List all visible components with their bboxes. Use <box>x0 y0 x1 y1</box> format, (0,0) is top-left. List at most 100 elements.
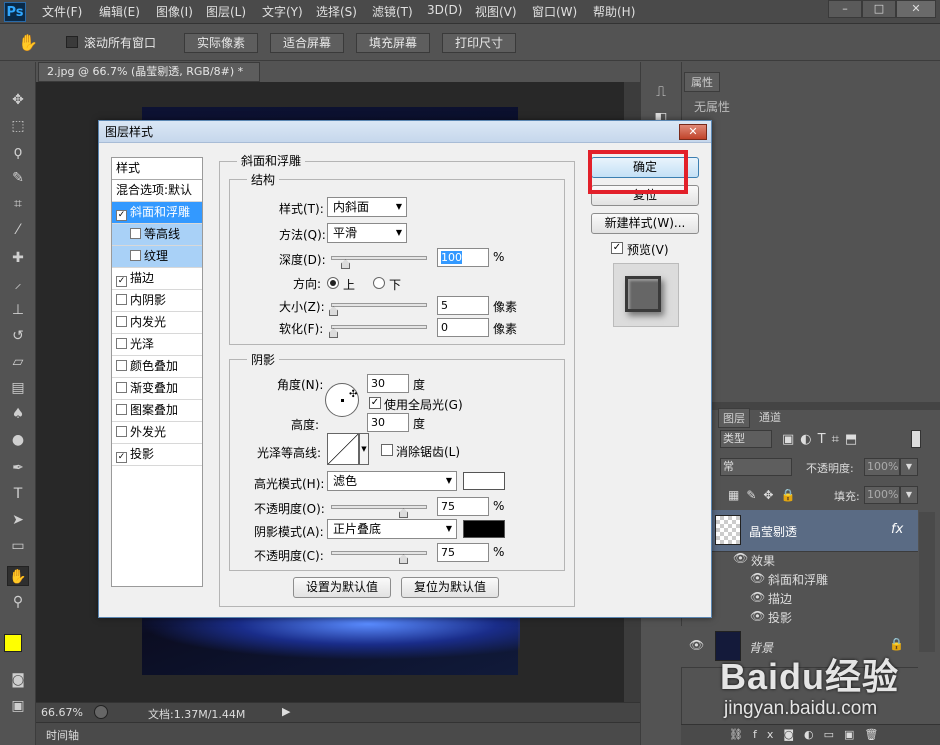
effect-bevel[interactable]: 斜面和浮雕 <box>768 571 828 588</box>
global-light-checkbox[interactable]: ✓ <box>369 397 381 409</box>
hand-tool-icon[interactable]: ✋ <box>7 566 29 586</box>
minimize-button[interactable]: – <box>828 0 862 18</box>
print-size-button[interactable]: 打印尺寸 <box>442 33 516 53</box>
shape-tool-icon[interactable]: ▭ <box>7 536 29 556</box>
size-input[interactable]: 5 <box>437 296 489 315</box>
menu-select[interactable]: 选择(S) <box>316 3 357 20</box>
layer-row-effects[interactable]: 晶莹剔透 fx <box>681 510 918 552</box>
eye-icon[interactable]: 👁 <box>750 609 765 623</box>
style-item-stroke[interactable]: ✓ 描边 <box>112 268 202 290</box>
style-item-drop-shadow[interactable]: ✓ 投影 <box>112 444 202 466</box>
shadow-opacity-input[interactable]: 75 <box>437 543 489 562</box>
style-item-inner-glow[interactable]: 内发光 <box>112 312 202 334</box>
blend-options-item[interactable]: 混合选项:默认 <box>112 180 202 202</box>
brush-tool-icon[interactable]: ⸝ <box>7 274 29 294</box>
zoom-tool-icon[interactable]: ⚲ <box>7 592 29 612</box>
style-item-bevel[interactable]: ✓ 斜面和浮雕 <box>112 202 202 224</box>
foreground-color-swatch[interactable] <box>4 634 22 652</box>
style-item-texture[interactable]: 纹理 <box>112 246 202 268</box>
history-panel-icon[interactable]: ⎍ <box>651 84 671 104</box>
tab-layers[interactable]: 图层 <box>718 408 750 428</box>
anti-alias-checkbox[interactable] <box>381 444 393 456</box>
maximize-button[interactable]: □ <box>862 0 896 18</box>
move-tool-icon[interactable]: ✥ <box>7 90 29 110</box>
checkbox[interactable]: ✓ <box>116 210 127 221</box>
menu-layer[interactable]: 图层(L) <box>206 3 246 20</box>
eraser-tool-icon[interactable]: ▱ <box>7 352 29 372</box>
layer-name[interactable]: 晶莹剔透 <box>749 523 797 540</box>
menu-edit[interactable]: 编辑(E) <box>99 3 140 20</box>
style-item-outer-glow[interactable]: 外发光 <box>112 422 202 444</box>
bevel-method-select[interactable]: 平滑 ▼ <box>327 223 407 243</box>
close-window-button[interactable]: ✕ <box>896 0 936 18</box>
effect-stroke[interactable]: 描边 <box>768 590 792 607</box>
checkbox[interactable] <box>116 404 127 415</box>
style-item-satin[interactable]: 光泽 <box>112 334 202 356</box>
gloss-contour-picker[interactable] <box>327 433 359 465</box>
altitude-input[interactable]: 30 <box>367 413 409 432</box>
layer-kind-filter[interactable]: 类型 <box>720 430 772 448</box>
filter-toggle[interactable] <box>911 430 921 448</box>
menu-help[interactable]: 帮助(H) <box>593 3 635 20</box>
eye-icon[interactable]: 👁 <box>750 571 765 585</box>
menu-type[interactable]: 文字(Y) <box>262 3 303 20</box>
quick-select-tool-icon[interactable]: ✎ <box>7 168 29 188</box>
history-brush-tool-icon[interactable]: ↺ <box>7 326 29 346</box>
actual-pixels-button[interactable]: 实际像素 <box>184 33 258 53</box>
menu-filter[interactable]: 滤镜(T) <box>372 3 413 20</box>
crop-tool-icon[interactable]: ⌗ <box>7 194 29 214</box>
eye-icon[interactable]: 👁 <box>750 590 765 604</box>
menu-window[interactable]: 窗口(W) <box>532 3 577 20</box>
dodge-tool-icon[interactable]: ● <box>7 430 29 450</box>
pen-tool-icon[interactable]: ✒ <box>7 458 29 478</box>
stamp-tool-icon[interactable]: ⊥ <box>7 300 29 320</box>
lasso-tool-icon[interactable]: ϙ <box>7 142 29 162</box>
fill-dropdown[interactable]: ▼ <box>900 486 918 504</box>
layer-filter-icons[interactable]: ▣◐T⌗⬒ <box>782 432 863 447</box>
tab-properties[interactable]: 属性 <box>684 72 720 92</box>
angle-input[interactable]: 30 <box>367 374 409 393</box>
bevel-style-select[interactable]: 内斜面 ▼ <box>327 197 407 217</box>
opacity-dropdown[interactable]: ▼ <box>900 458 918 476</box>
layers-scrollbar[interactable] <box>919 512 935 652</box>
shadow-opacity-slider[interactable] <box>331 551 427 555</box>
path-select-tool-icon[interactable]: ➤ <box>7 510 29 530</box>
highlight-opacity-slider[interactable] <box>331 505 427 509</box>
highlight-color-swatch[interactable] <box>463 472 505 490</box>
highlight-opacity-input[interactable]: 75 <box>437 497 489 516</box>
screen-mode-icon[interactable]: ▣ <box>7 696 29 716</box>
status-menu-arrow[interactable]: ▶ <box>282 705 290 718</box>
eyedropper-tool-icon[interactable]: ⁄ <box>7 220 29 240</box>
new-style-button[interactable]: 新建样式(W)... <box>591 213 699 234</box>
type-tool-icon[interactable]: T <box>7 484 29 504</box>
tab-channels[interactable]: 通道 <box>754 408 786 428</box>
eye-icon[interactable]: 👁 <box>733 551 748 565</box>
checkbox[interactable]: ✓ <box>116 452 127 463</box>
healing-tool-icon[interactable]: ✚ <box>7 248 29 268</box>
eye-icon[interactable]: 👁 <box>689 638 704 652</box>
blur-tool-icon[interactable]: ♠ <box>7 404 29 424</box>
reset-default-button[interactable]: 复位为默认值 <box>401 577 499 598</box>
checkbox[interactable] <box>116 316 127 327</box>
checkbox[interactable] <box>116 426 127 437</box>
checkbox[interactable] <box>116 360 127 371</box>
timeline-label[interactable]: 时间轴 <box>46 727 79 743</box>
menu-3d[interactable]: 3D(D) <box>427 3 462 17</box>
checkbox[interactable] <box>130 228 141 239</box>
close-icon[interactable]: ✕ <box>679 124 707 140</box>
menu-image[interactable]: 图像(I) <box>156 3 193 20</box>
menu-file[interactable]: 文件(F) <box>42 3 82 20</box>
scroll-all-checkbox[interactable] <box>66 36 78 48</box>
style-item-pattern-overlay[interactable]: 图案叠加 <box>112 400 202 422</box>
direction-down-radio[interactable] <box>373 277 385 289</box>
document-tab[interactable]: 2.jpg @ 66.7% (晶莹剔透, RGB/8#) * × <box>38 62 260 96</box>
soften-input[interactable]: 0 <box>437 318 489 337</box>
style-item-color-overlay[interactable]: 颜色叠加 <box>112 356 202 378</box>
checkbox[interactable] <box>130 250 141 261</box>
style-item-contour[interactable]: 等高线 <box>112 224 202 246</box>
style-item-inner-shadow[interactable]: 内阴影 <box>112 290 202 312</box>
lock-icons[interactable]: ▦✎✥🔒 <box>728 488 802 502</box>
effects-label[interactable]: 效果 <box>751 552 775 569</box>
zoom-level[interactable]: 66.67% <box>41 706 83 719</box>
checkbox[interactable] <box>116 338 127 349</box>
